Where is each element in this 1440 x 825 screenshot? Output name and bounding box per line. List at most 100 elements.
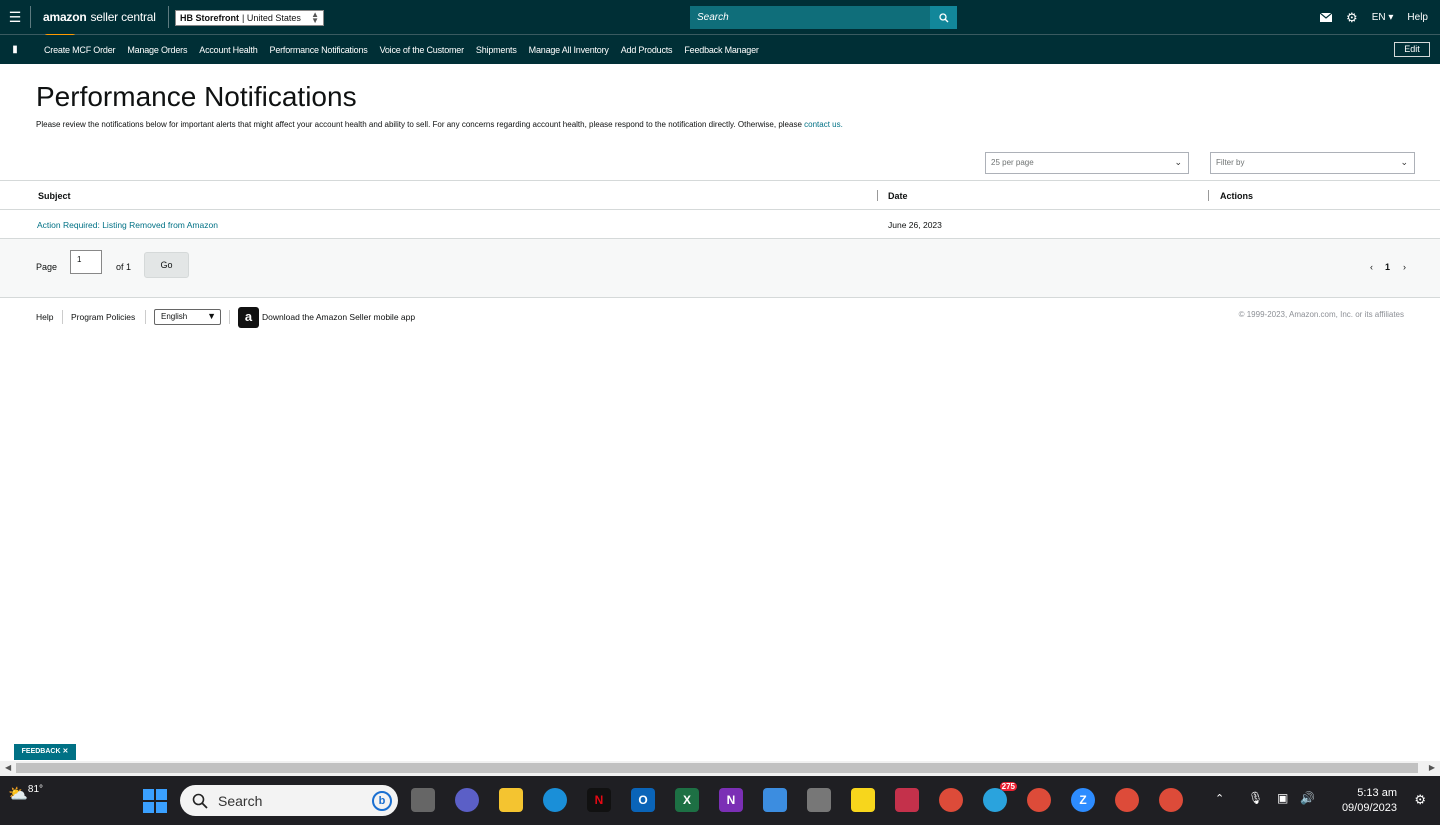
logo-suffix: seller central [90,10,156,24]
windows-taskbar: ⛅ 81° Search b N O X N 275 Z ⌃ 🎙 ▣ 🔊 5:1… [0,776,1440,825]
sticky-notes-icon[interactable] [851,788,875,812]
weather-temp: 81° [27,784,44,795]
calculator-icon[interactable] [807,788,831,812]
task-view-icon[interactable] [411,788,435,812]
download-app-link[interactable]: Download the Amazon Seller mobile app [262,312,415,322]
file-explorer-icon[interactable] [499,788,523,812]
per-page-select[interactable]: 25 per page ⌄ [985,152,1189,174]
bookmark-icon[interactable]: ▮ [0,44,30,55]
filter-by-placeholder: Filter by [1216,158,1245,167]
search-input[interactable]: Search [690,6,930,29]
nav-shipments[interactable]: Shipments [470,45,523,55]
go-button[interactable]: Go [144,252,189,278]
nav-manage-orders[interactable]: Manage Orders [121,45,193,55]
weather-widget[interactable]: ⛅ 81° [8,784,43,804]
per-page-value: 25 per page [991,158,1034,167]
horizontal-scrollbar[interactable]: ◀ ▶ [0,761,1440,776]
page-label: Page [36,262,58,272]
language-selector[interactable]: EN ▾ [1372,12,1394,23]
chrome-profile-icon[interactable] [1027,788,1051,812]
header-date[interactable]: Date [888,181,908,210]
divider [167,6,169,28]
nav-items: Create MCF Order Manage Orders Account H… [38,45,765,55]
column-separator [1208,190,1209,201]
header-subject[interactable]: Subject [38,181,71,210]
outlook-icon[interactable]: O [631,788,655,812]
microphone-icon[interactable]: 🎙 [1248,791,1263,805]
nav-account-health[interactable]: Account Health [193,45,263,55]
chrome-profile-icon[interactable] [1159,788,1183,812]
nav-create-mcf-order[interactable]: Create MCF Order [38,45,121,55]
page-of-label: of 1 [116,262,132,272]
gear-icon[interactable]: ⚙ [1346,10,1358,26]
display-icon[interactable]: ▣ [1277,791,1288,805]
netflix-icon[interactable]: N [587,788,611,812]
footer-divider [229,310,230,324]
mail-icon[interactable] [1320,13,1333,22]
footer-language-select[interactable]: English ▼ [154,309,221,325]
page-number-input[interactable]: 1 [70,250,102,274]
clock-date: 09/09/2023 [1341,802,1397,814]
notification-icon[interactable]: ⚙ [1414,792,1426,808]
edit-nav-button[interactable]: Edit [1394,42,1430,57]
feedback-button[interactable]: FEEDBACK ✕ [14,744,76,760]
edge-icon[interactable] [543,788,567,812]
updown-arrows-icon: ▲ ▼ [311,10,319,25]
notifications-table: Subject Date Actions Action Required: Li… [0,180,1440,239]
scroll-right-icon[interactable]: ▶ [1429,763,1435,772]
logo-brand: amazon [43,10,87,24]
notepad-icon[interactable] [763,788,787,812]
scroll-left-icon[interactable]: ◀ [5,763,11,772]
onenote-icon[interactable]: N [719,788,743,812]
clock-time: 5:13 am [1357,787,1397,799]
current-page-number[interactable]: 1 [1385,262,1390,272]
help-link[interactable]: Help [1407,12,1428,23]
zoom-icon[interactable]: Z [1071,788,1095,812]
teams-chat-icon[interactable] [455,788,479,812]
telegram-icon[interactable]: 275 [983,782,1017,812]
contact-us-link[interactable]: contact us. [804,120,843,129]
amazon-app-icon[interactable]: a [238,307,259,328]
chrome-profile-icon[interactable] [1115,788,1139,812]
chevron-down-icon: ⌄ [1400,157,1408,167]
page-title: Performance Notifications [36,81,357,112]
taskbar-search[interactable]: Search b [180,785,398,816]
tray-chevron-up-icon[interactable]: ⌃ [1215,792,1224,805]
nav-add-products[interactable]: Add Products [615,45,679,55]
nav-voice-of-customer[interactable]: Voice of the Customer [374,45,470,55]
nav-feedback-manager[interactable]: Feedback Manager [678,45,764,55]
snipping-tool-icon[interactable] [895,788,919,812]
taskbar-search-label: Search [218,792,263,809]
chevron-down-icon: ▼ [207,311,216,321]
system-clock[interactable]: 5:13 am 09/09/2023 [1342,786,1397,816]
search-button[interactable] [930,6,957,29]
page-subtitle: Please review the notifications below fo… [36,120,843,129]
scrollbar-thumb[interactable] [16,763,1418,773]
amazon-seller-central-logo[interactable]: amazon seller central [31,10,156,36]
bing-icon[interactable]: b [372,791,392,811]
header-utilities: ⚙ EN ▾ Help [1320,0,1428,35]
program-policies-link[interactable]: Program Policies [71,312,135,322]
menu-icon[interactable]: ☰ [0,0,30,35]
search-icon [192,793,208,809]
footer-help-link[interactable]: Help [36,312,53,322]
nav-bar: ▮ Create MCF Order Manage Orders Account… [0,35,1440,64]
filter-by-select[interactable]: Filter by ⌄ [1210,152,1415,174]
notification-subject-link[interactable]: Action Required: Listing Removed from Am… [37,220,218,230]
excel-icon[interactable]: X [675,788,699,812]
next-page-icon[interactable]: › [1403,262,1406,272]
store-selector[interactable]: HB Storefront | United States ▲ ▼ [175,10,324,26]
footer-divider [145,310,146,324]
chrome-icon[interactable] [939,788,963,812]
column-separator [877,190,878,201]
table-header: Subject Date Actions [0,181,1440,210]
store-name: HB Storefront [180,13,239,23]
pagination-bar: Page 1 of 1 Go ‹ 1 › [0,239,1440,298]
windows-start-button[interactable] [143,789,167,813]
prev-page-icon[interactable]: ‹ [1370,262,1373,272]
copyright-text: © 1999-2023, Amazon.com, Inc. or its aff… [1238,310,1404,319]
volume-icon[interactable]: 🔊 [1300,791,1315,805]
subtitle-text: Please review the notifications below fo… [36,120,802,129]
nav-performance-notifications[interactable]: Performance Notifications [264,45,374,55]
nav-manage-inventory[interactable]: Manage All Inventory [523,45,615,55]
